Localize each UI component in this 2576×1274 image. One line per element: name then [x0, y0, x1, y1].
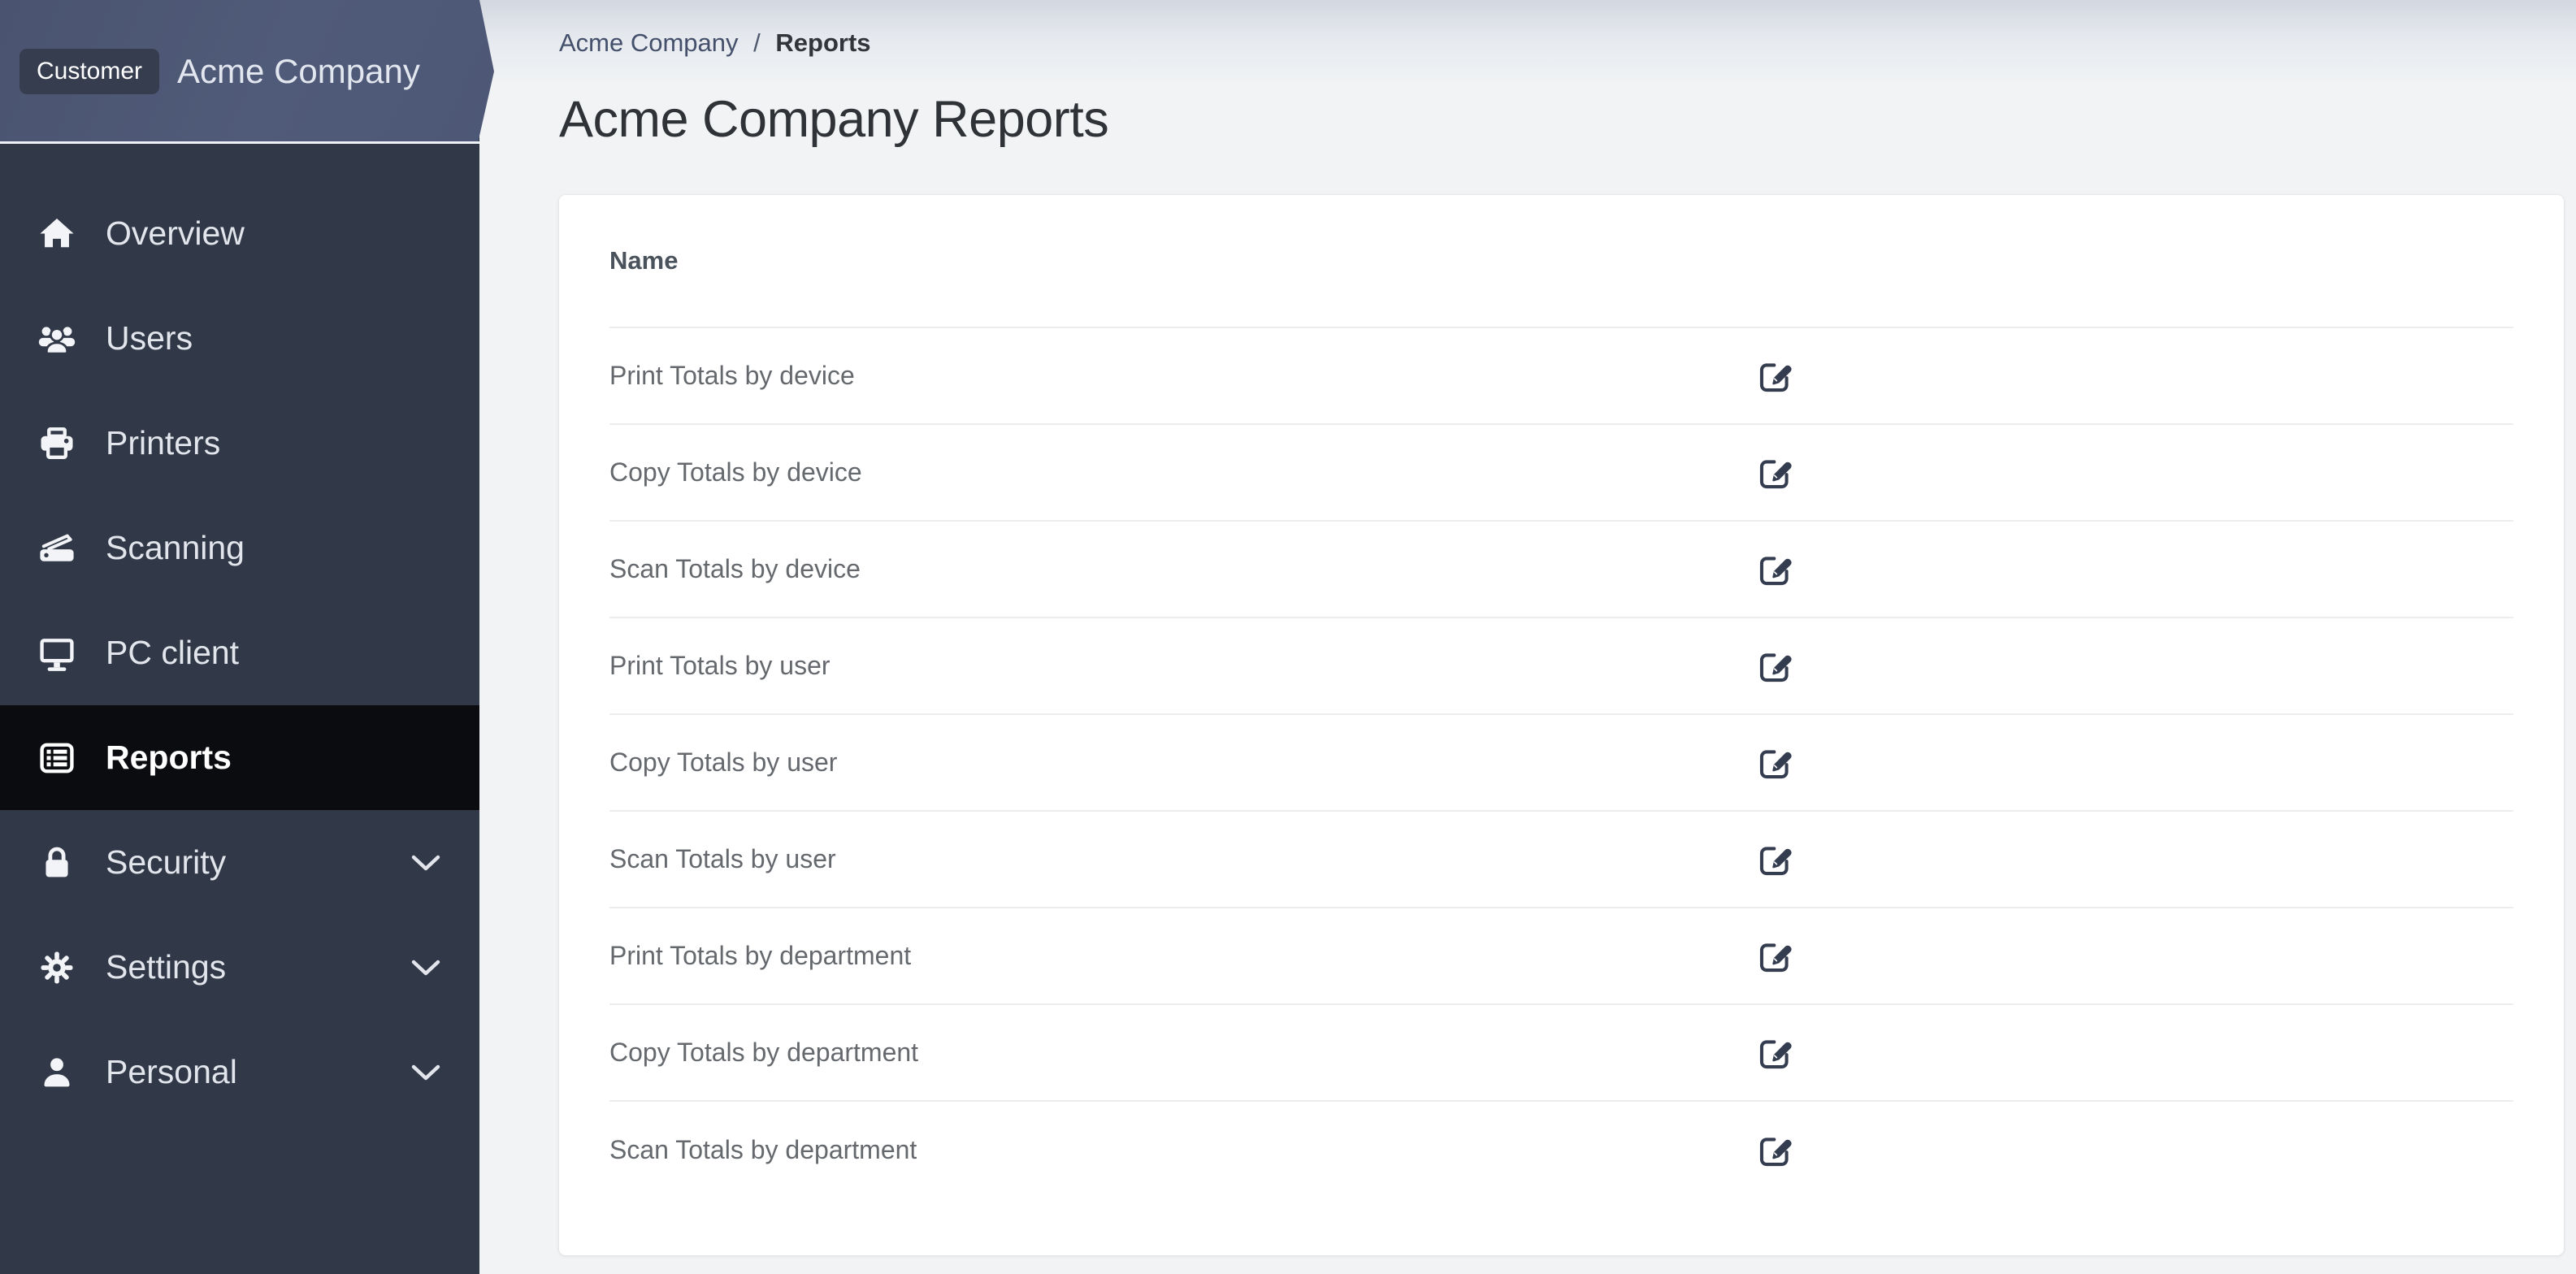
table-header-name: Name [609, 195, 2513, 328]
table-row[interactable]: Scan Totals by user [609, 812, 2513, 908]
table-row[interactable]: Copy Totals by device [609, 425, 2513, 522]
report-name: Copy Totals by user [609, 748, 838, 777]
edit-report-button[interactable] [1759, 1034, 1796, 1072]
table-row[interactable]: Print Totals by user [609, 618, 2513, 715]
table-row[interactable]: Print Totals by device [609, 328, 2513, 425]
reports-card: Name Print Totals by device Copy Totals … [559, 195, 2564, 1255]
sidebar-item-label: Settings [106, 948, 227, 986]
table-row[interactable]: Copy Totals by user [609, 715, 2513, 812]
sidebar-item-personal[interactable]: Personal [0, 1020, 479, 1124]
report-name: Copy Totals by device [609, 457, 862, 487]
customer-banner: Customer Acme Company [0, 0, 494, 143]
printer-icon [36, 422, 78, 465]
monitor-icon [36, 632, 78, 674]
breadcrumb: Acme Company / Reports [559, 0, 2564, 59]
sidebar-item-label: Overview [106, 214, 245, 252]
report-name: Scan Totals by department [609, 1135, 917, 1164]
customer-badge: Customer [20, 49, 160, 94]
edit-report-button[interactable] [1759, 358, 1796, 395]
app-window: Customer Acme Company Overview Users Pri… [0, 0, 2576, 1274]
sidebar-item-settings[interactable]: Settings [0, 915, 479, 1020]
edit-report-button[interactable] [1759, 744, 1796, 782]
sidebar-item-label: Personal [106, 1053, 237, 1090]
sidebar-item-printers[interactable]: Printers [0, 391, 479, 496]
sidebar-item-label: PC client [106, 634, 240, 671]
table-row[interactable]: Print Totals by department [609, 908, 2513, 1005]
main-content: Acme Company / Reports Acme Company Repo… [479, 0, 2576, 1274]
breadcrumb-current: Reports [775, 28, 871, 57]
report-name: Print Totals by device [609, 361, 855, 390]
chevron-down-icon [408, 1060, 444, 1085]
users-group-icon [36, 318, 78, 360]
breadcrumb-parent-link[interactable]: Acme Company [559, 28, 739, 57]
report-name: Print Totals by department [609, 941, 912, 970]
company-name: Acme Company [177, 52, 420, 90]
table-row[interactable]: Scan Totals by department [609, 1102, 2513, 1198]
report-name: Print Totals by user [609, 651, 830, 680]
table-row[interactable]: Scan Totals by device [609, 522, 2513, 618]
chevron-down-icon [408, 956, 444, 980]
sidebar-menu: Overview Users Printers Scanning PC clie… [0, 0, 479, 1124]
sidebar-item-label: Reports [106, 739, 232, 776]
sidebar-item-label: Security [106, 843, 227, 881]
lock-icon [36, 842, 78, 884]
sidebar-item-overview[interactable]: Overview [0, 181, 479, 286]
breadcrumb-separator: / [753, 28, 761, 57]
sidebar-item-pc-client[interactable]: PC client [0, 600, 479, 705]
edit-report-button[interactable] [1759, 551, 1796, 588]
edit-report-button[interactable] [1759, 1132, 1796, 1169]
banner-separator [0, 141, 479, 144]
gear-icon [36, 947, 78, 989]
report-name: Copy Totals by department [609, 1038, 919, 1067]
sidebar: Customer Acme Company Overview Users Pri… [0, 0, 494, 1274]
report-name: Scan Totals by user [609, 844, 836, 873]
sidebar-item-security[interactable]: Security [0, 810, 479, 915]
table-row[interactable]: Copy Totals by department [609, 1005, 2513, 1102]
table-list-icon [36, 737, 78, 779]
sidebar-item-users[interactable]: Users [0, 286, 479, 391]
report-name: Scan Totals by device [609, 554, 861, 583]
sidebar-item-label: Scanning [106, 529, 245, 566]
sidebar-item-scanning[interactable]: Scanning [0, 496, 479, 600]
sidebar-item-label: Users [106, 319, 193, 357]
scanner-icon [36, 527, 78, 570]
chevron-down-icon [408, 851, 444, 875]
home-icon [36, 213, 78, 255]
sidebar-item-label: Printers [106, 424, 221, 462]
sidebar-item-reports[interactable]: Reports [0, 705, 479, 810]
edit-report-button[interactable] [1759, 841, 1796, 878]
edit-report-button[interactable] [1759, 648, 1796, 685]
person-icon [36, 1051, 78, 1094]
edit-report-button[interactable] [1759, 454, 1796, 492]
page-title: Acme Company Reports [559, 91, 1109, 148]
edit-report-button[interactable] [1759, 938, 1796, 975]
